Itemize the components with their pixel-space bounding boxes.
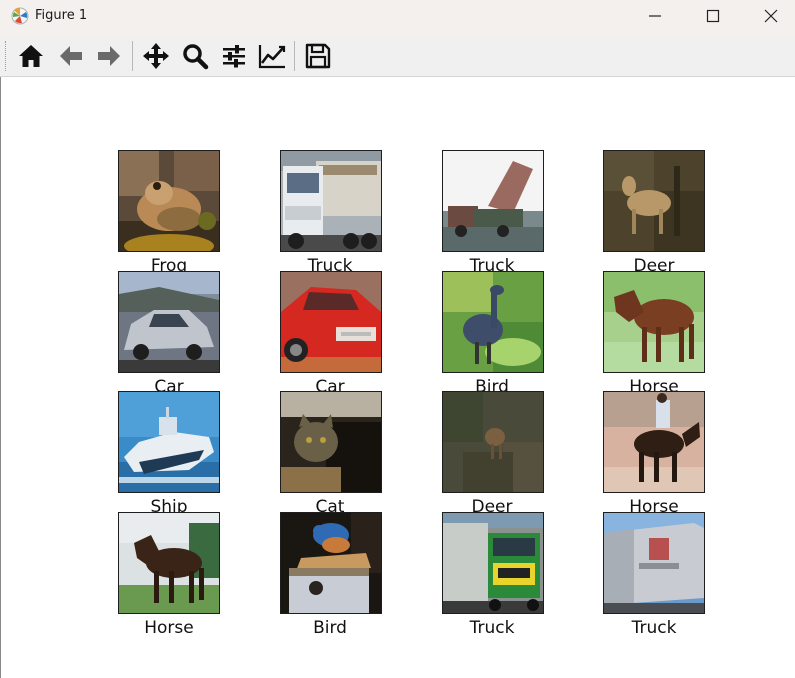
minimize-button[interactable] [626,0,684,32]
deer-image [443,392,543,492]
image-label: Horse [144,618,194,638]
image-tile-ship [118,391,220,493]
image-tile-car [280,271,382,373]
horse-image [604,272,704,372]
car-image [119,272,219,372]
home-icon [19,45,43,67]
pan-button[interactable] [141,41,171,71]
toolbar-grip[interactable] [5,41,8,71]
window-title: Figure 1 [35,8,88,23]
frog-image [119,151,219,251]
image-tile-horse [118,512,220,614]
image-tile-deer [603,150,705,252]
horse-image [604,392,704,492]
matplotlib-app-icon [10,6,30,26]
cat-image [281,392,381,492]
image-tile-truck [442,150,544,252]
floppy-disk-icon [305,43,331,69]
truck-image [443,151,543,251]
image-tile-horse [603,271,705,373]
toolbar-separator [294,41,295,71]
image-tile-car [118,271,220,373]
ship-image [119,392,219,492]
minimize-icon [649,15,661,17]
zoom-button[interactable] [180,41,210,71]
save-button[interactable] [303,41,333,71]
image-tile-deer [442,391,544,493]
maximize-icon [706,9,720,23]
move-icon [143,43,169,69]
magnifier-icon [183,44,209,70]
configure-subplots-button[interactable] [219,41,249,71]
back-button[interactable] [56,41,86,71]
sliders-icon [223,45,245,68]
title-bar[interactable]: Figure 1 [0,0,795,35]
horse-image [119,513,219,613]
close-icon [764,9,778,23]
line-chart-icon [258,45,286,69]
window-left-edge [0,77,1,678]
bird-image [443,272,543,372]
edit-axes-button[interactable] [257,41,287,71]
car-image [281,272,381,372]
arrow-right-icon [98,46,120,66]
image-tile-truck [442,512,544,614]
truck-image [443,513,543,613]
navigation-toolbar [0,35,795,77]
image-tile-truck [280,150,382,252]
home-button[interactable] [16,41,46,71]
image-tile-bird [442,271,544,373]
image-tile-frog [118,150,220,252]
image-tile-cat [280,391,382,493]
bird-image [281,513,381,613]
toolbar-separator [132,41,133,71]
truck-image [604,513,704,613]
truck-image [281,151,381,251]
deer-image [604,151,704,251]
image-label: Bird [313,618,347,638]
image-label: Truck [469,618,515,638]
forward-button[interactable] [94,41,124,71]
image-tile-horse [603,391,705,493]
image-label: Truck [631,618,677,638]
image-tile-truck [603,512,705,614]
maximize-button[interactable] [684,0,742,32]
image-tile-bird [280,512,382,614]
close-button[interactable] [742,0,795,32]
arrow-left-icon [60,46,82,66]
